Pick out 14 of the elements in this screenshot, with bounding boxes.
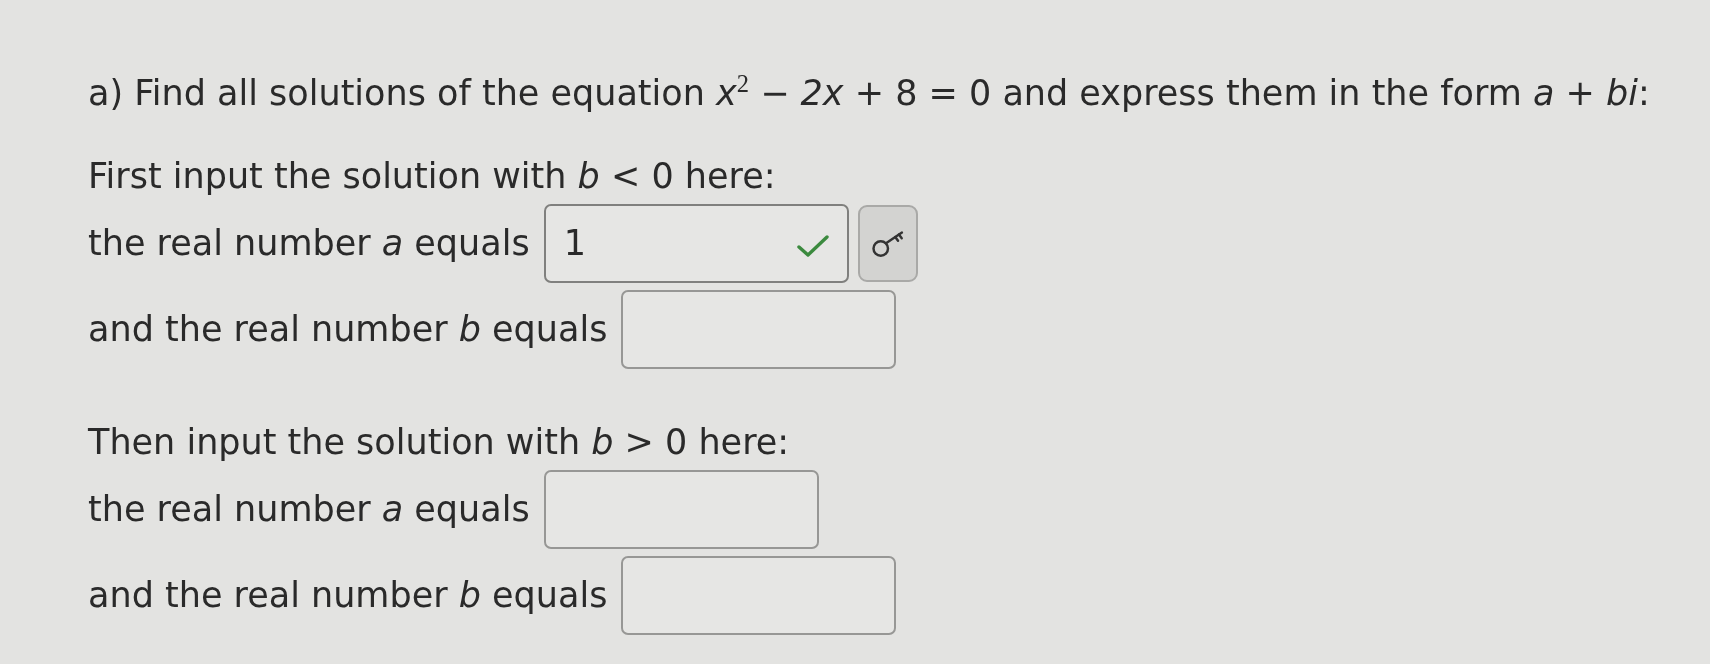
answer-box[interactable]: 1 (543, 203, 849, 283)
field-label: the real number a equals (88, 489, 530, 530)
answer-box[interactable] (543, 469, 819, 549)
answer-box[interactable] (621, 289, 897, 369)
answer-box[interactable] (621, 555, 897, 635)
prompt-text: Then input the solution with b > 0 here: (88, 420, 790, 464)
key-button[interactable] (857, 204, 918, 282)
field-label: and the real number b equals (88, 309, 608, 350)
key-icon (870, 228, 905, 258)
field-label: the real number a equals (88, 223, 530, 264)
check-icon (796, 234, 829, 259)
question-text: a) Find all solutions of the equation x$^{2}$ − 2x + 8 = 0 and express them in the form a + bi: (88, 69, 1651, 115)
prompt-text: First input the solution with b < 0 here: (88, 154, 776, 198)
field-label: and the real number b equals (88, 575, 608, 616)
